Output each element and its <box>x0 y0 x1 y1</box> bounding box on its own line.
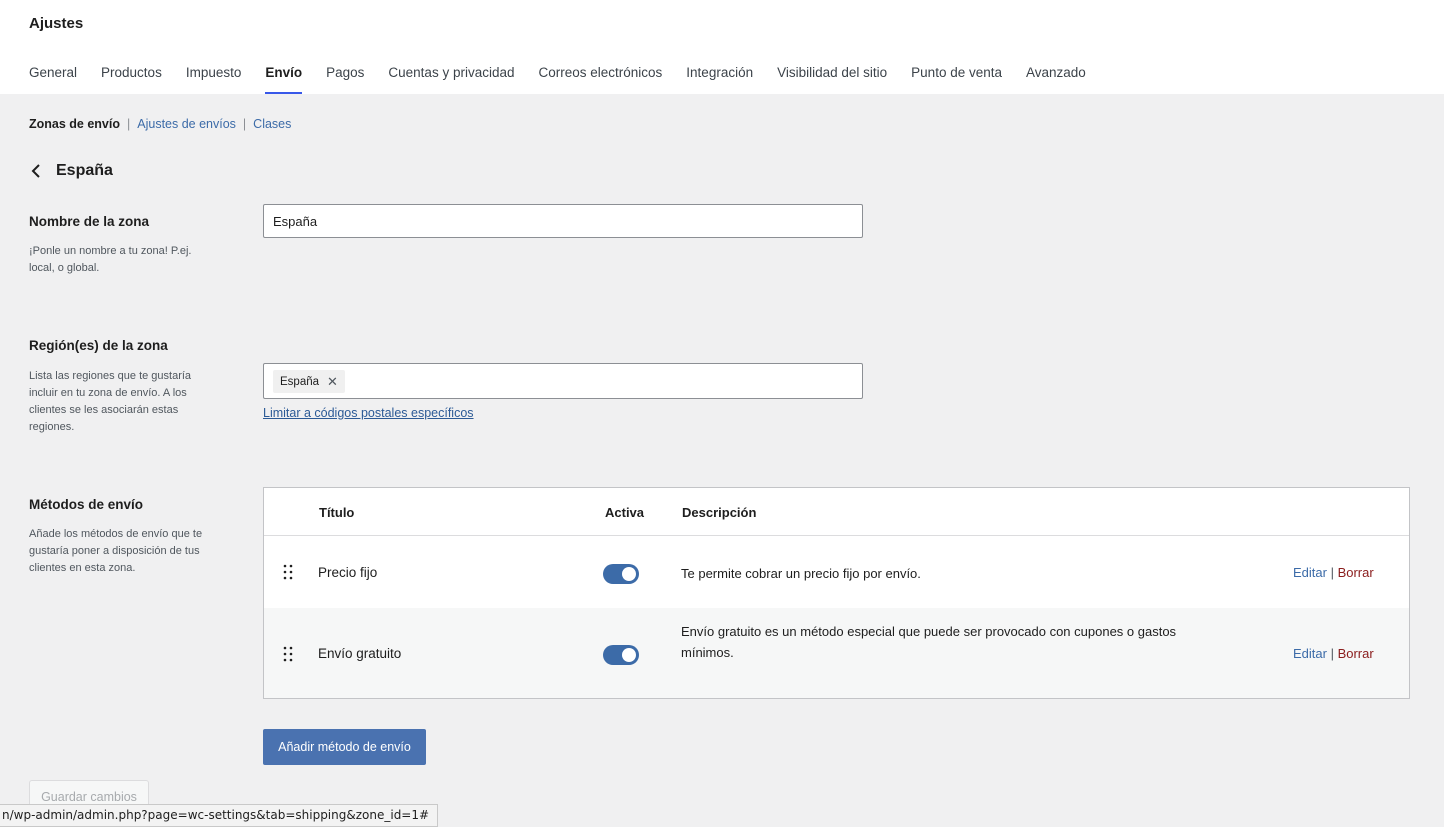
shipping-methods-table: Título Activa Descripción Precio fijo Te… <box>263 487 1410 699</box>
method-title: Precio fijo <box>318 565 378 580</box>
method-title: Envío gratuito <box>318 646 402 661</box>
delete-method-link[interactable]: Borrar <box>1338 565 1374 580</box>
close-icon[interactable]: ✕ <box>327 374 338 390</box>
zone-header: España <box>31 160 113 182</box>
delete-method-link[interactable]: Borrar <box>1338 646 1374 661</box>
table-row: Precio fijo Te permite cobrar un precio … <box>264 536 1409 608</box>
add-shipping-method-button[interactable]: Añadir método de envío <box>263 729 426 765</box>
page-title: Ajustes <box>29 15 84 32</box>
edit-method-link[interactable]: Editar <box>1293 646 1327 661</box>
edit-method-link[interactable]: Editar <box>1293 565 1327 580</box>
chevron-left-icon[interactable] <box>31 160 47 182</box>
tab-correos[interactable]: Correos electrónicos <box>538 58 662 94</box>
tab-avanzado[interactable]: Avanzado <box>1026 58 1086 94</box>
column-header-title: Título <box>319 505 355 520</box>
drag-handle-icon[interactable] <box>282 564 294 580</box>
tab-impuesto[interactable]: Impuesto <box>186 58 242 94</box>
table-row: Envío gratuito Envío gratuito es un méto… <box>264 608 1409 698</box>
tab-pagos[interactable]: Pagos <box>326 58 364 94</box>
zone-regions-label: Región(es) de la zona <box>29 338 168 353</box>
method-enabled-toggle[interactable] <box>603 645 639 665</box>
drag-handle-icon[interactable] <box>282 646 294 662</box>
zone-regions-help: Lista las regiones que te gustaría inclu… <box>29 370 192 433</box>
postal-codes-link[interactable]: Limitar a códigos postales específicos <box>263 406 474 420</box>
method-description: Te permite cobrar un precio fijo por env… <box>681 566 921 581</box>
tab-integracion[interactable]: Integración <box>686 58 753 94</box>
column-header-description: Descripción <box>682 505 757 520</box>
settings-tabs: General Productos Impuesto Envío Pagos C… <box>29 58 1110 94</box>
shipping-methods-help: Añade los métodos de envío que te gustar… <box>29 528 203 574</box>
subnav-separator: | <box>242 117 247 131</box>
tab-visibilidad[interactable]: Visibilidad del sitio <box>777 58 887 94</box>
region-chip-label: España <box>280 375 320 388</box>
tab-punto-venta[interactable]: Punto de venta <box>911 58 1002 94</box>
settings-header: Ajustes General Productos Impuesto Envío… <box>0 0 1444 94</box>
tab-envio[interactable]: Envío <box>265 58 303 94</box>
subnav-link-clases[interactable]: Clases <box>253 117 291 131</box>
subnav-current: Zonas de envío <box>29 117 120 131</box>
method-actions: Editar | Borrar <box>1293 646 1374 661</box>
tab-cuentas-privacidad[interactable]: Cuentas y privacidad <box>388 58 514 94</box>
region-chip: España ✕ <box>273 370 345 393</box>
method-enabled-toggle[interactable] <box>603 564 639 584</box>
zone-name-input[interactable] <box>263 204 863 238</box>
shipping-subnav: Zonas de envío | Ajustes de envíos | Cla… <box>29 117 291 131</box>
tab-productos[interactable]: Productos <box>101 58 162 94</box>
shipping-methods-label: Métodos de envío <box>29 497 144 512</box>
column-header-active: Activa <box>605 505 645 520</box>
method-description: Envío gratuito es un método especial que… <box>681 624 1177 660</box>
zone-title: España <box>56 162 113 179</box>
subnav-link-ajustes-envios[interactable]: Ajustes de envíos <box>137 117 236 131</box>
tab-general[interactable]: General <box>29 58 77 94</box>
method-actions: Editar | Borrar <box>1293 565 1374 580</box>
zone-name-help: ¡Ponle un nombre a tu zona! P.ej. local,… <box>29 245 192 274</box>
zone-name-label: Nombre de la zona <box>29 214 150 229</box>
browser-status-url: n/wp-admin/admin.php?page=wc-settings&ta… <box>0 804 439 827</box>
subnav-separator: | <box>127 117 131 131</box>
zone-regions-input[interactable]: España ✕ <box>263 363 863 399</box>
